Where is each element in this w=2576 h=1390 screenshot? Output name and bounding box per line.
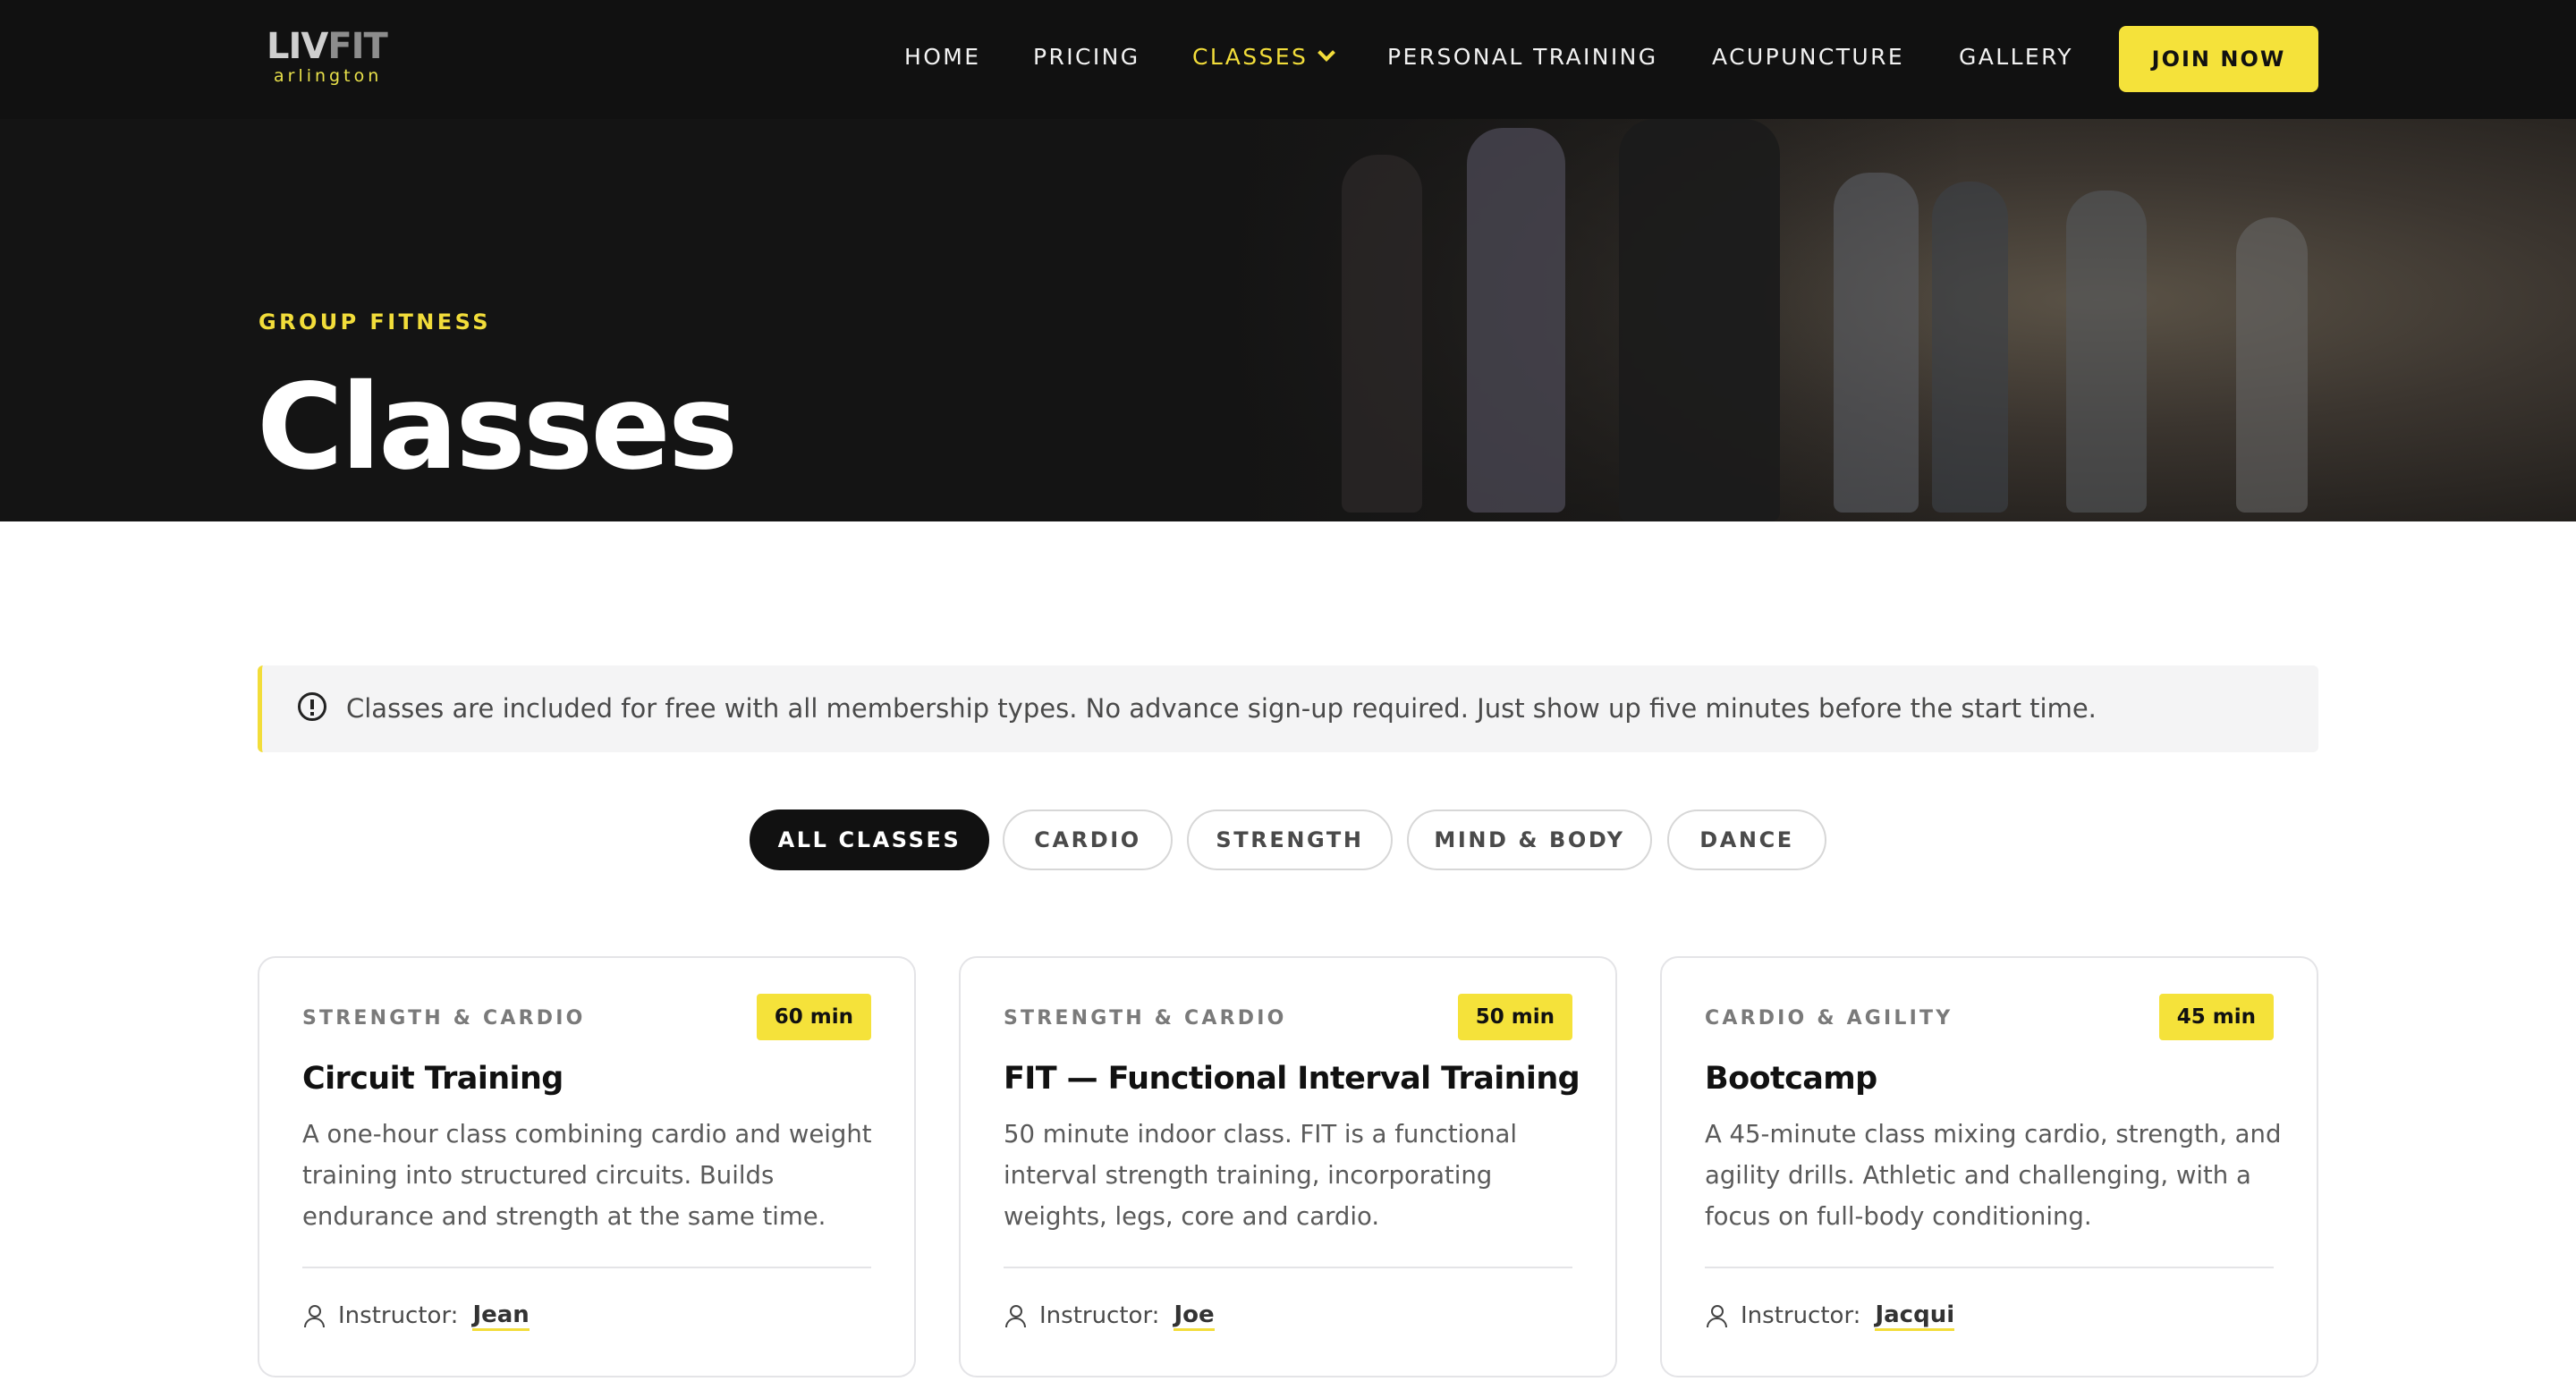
instructor-row: Instructor: Jacqui <box>1705 1300 1955 1332</box>
instructor-row: Instructor: Jean <box>302 1300 530 1332</box>
instructor-link[interactable]: Joe <box>1174 1301 1215 1331</box>
logo-text-main: LIV <box>267 26 328 67</box>
nav-gallery[interactable]: GALLERY <box>1959 43 2073 72</box>
top-nav: LIVFIT arlington HOME PRICING CLASSES PE… <box>0 0 2576 119</box>
chevron-down-icon <box>1318 44 1336 62</box>
class-card-bootcamp[interactable]: CARDIO & AGILITY 45 min Bootcamp A 45-mi… <box>1660 956 2318 1377</box>
class-title: Bootcamp <box>1705 1061 1877 1097</box>
class-description: A 45-minute class mixing cardio, strengt… <box>1705 1120 2282 1231</box>
instructor-label: Instructor: <box>1039 1302 1160 1329</box>
nav-acupuncture[interactable]: ACUPUNCTURE <box>1712 43 1904 72</box>
duration-badge: 60 min <box>756 994 871 1040</box>
class-card-fit[interactable]: STRENGTH & CARDIO 50 min FIT — Functiona… <box>959 956 1617 1377</box>
instructor-link[interactable]: Jean <box>472 1301 530 1331</box>
instructor-row: Instructor: Joe <box>1004 1300 1215 1332</box>
duration-badge: 50 min <box>1457 994 1572 1040</box>
card-divider <box>1004 1267 1572 1268</box>
filter-cardio[interactable]: CARDIO <box>1003 809 1173 870</box>
instructor-label: Instructor: <box>338 1302 459 1329</box>
hero-class-photo <box>1216 119 2576 521</box>
class-description: A one-hour class combining cardio and we… <box>302 1120 872 1231</box>
class-filter-bar: ALL CLASSES CARDIO STRENGTH MIND & BODY … <box>0 809 2576 870</box>
class-title: Circuit Training <box>302 1061 564 1097</box>
nav-home[interactable]: HOME <box>904 43 980 72</box>
duration-badge: 45 min <box>2158 994 2274 1040</box>
nav-classes[interactable]: CLASSES <box>1192 43 1336 72</box>
class-category: STRENGTH & CARDIO <box>302 1007 586 1030</box>
livfit-logo[interactable]: LIVFIT arlington <box>267 25 401 89</box>
person-icon <box>302 1304 326 1327</box>
page-title: Classes <box>257 359 738 496</box>
card-divider <box>302 1267 871 1268</box>
filter-dance[interactable]: DANCE <box>1667 809 1826 870</box>
class-category: STRENGTH & CARDIO <box>1004 1007 1287 1030</box>
hero-banner: GROUP FITNESS Classes <box>0 119 2576 521</box>
membership-notice: Classes are included for free with all m… <box>258 665 2318 752</box>
person-icon <box>1705 1304 1728 1327</box>
class-category: CARDIO & AGILITY <box>1705 1007 1953 1030</box>
class-description: 50 minute indoor class. FIT is a functio… <box>1004 1120 1518 1231</box>
filter-strength[interactable]: STRENGTH <box>1187 809 1393 870</box>
instructor-label: Instructor: <box>1741 1302 1861 1329</box>
nav-classes-label: CLASSES <box>1192 44 1309 70</box>
class-card-circuit-training[interactable]: STRENGTH & CARDIO 60 min Circuit Trainin… <box>258 956 916 1377</box>
logo-text-accent: FIT <box>327 26 387 67</box>
class-title: FIT — Functional Interval Training <box>1004 1061 1580 1097</box>
nav-personal-training[interactable]: PERSONAL TRAINING <box>1387 43 1658 72</box>
card-divider <box>1705 1267 2274 1268</box>
notice-text: Classes are included for free with all m… <box>346 693 2097 724</box>
info-icon <box>298 692 326 721</box>
person-icon <box>1004 1304 1027 1327</box>
join-now-button[interactable]: JOIN NOW <box>2119 26 2318 92</box>
filter-all-classes[interactable]: ALL CLASSES <box>750 809 989 870</box>
hero-eyebrow: GROUP FITNESS <box>258 309 491 335</box>
logo-subtitle: arlington <box>274 66 383 86</box>
instructor-link[interactable]: Jacqui <box>1875 1301 1955 1331</box>
nav-pricing[interactable]: PRICING <box>1033 43 1140 72</box>
filter-mind-body[interactable]: MIND & BODY <box>1407 809 1652 870</box>
